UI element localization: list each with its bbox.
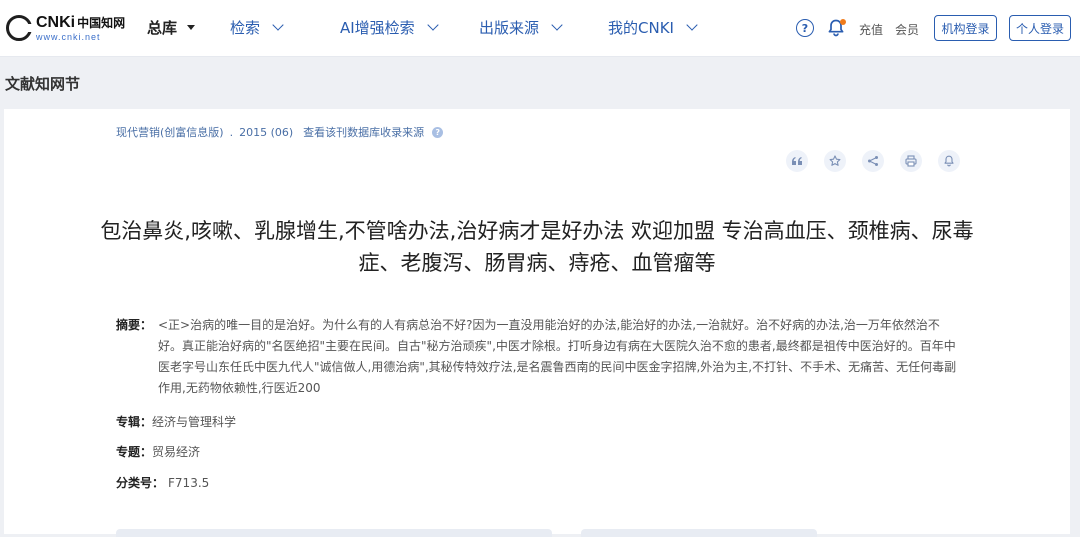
print-icon[interactable] (900, 150, 922, 172)
nav-publication-source[interactable]: 出版来源 (479, 17, 563, 38)
tab-strip-right[interactable] (581, 529, 817, 537)
member-link[interactable]: 会员 (895, 21, 919, 38)
caret-down-icon (187, 25, 196, 30)
source-db-link[interactable]: 查看该刊数据库收录来源 (303, 124, 424, 140)
source-issue-link[interactable]: 2015 (06) (239, 126, 293, 139)
nav-my-cnki[interactable]: 我的CNKI (608, 17, 698, 38)
help-icon[interactable]: ? (796, 19, 814, 37)
personal-login-button[interactable]: 个人登录 (1009, 15, 1071, 41)
info-icon[interactable]: ? (432, 126, 444, 138)
nav-zongku-label: 总库 (147, 19, 178, 37)
zhuanji-value[interactable]: 经济与管理科学 (152, 415, 236, 429)
section-title: 文献知网节 (5, 75, 81, 93)
zhuanti-label: 专题： (116, 445, 153, 459)
recharge-link[interactable]: 充值 (859, 21, 883, 38)
chevron-down-icon (686, 19, 698, 31)
abstract-row: 摘要： <正>治病的唯一目的是治好。为什么有的人有病总治不好?因为一直没用能治好… (116, 315, 962, 399)
zhuanti-value[interactable]: 贸易经济 (152, 445, 200, 459)
zhuanji-row: 专辑：经济与管理科学 (116, 412, 236, 433)
org-login-button[interactable]: 机构登录 (934, 15, 997, 41)
abstract-label: 摘要： (116, 318, 153, 332)
chevron-down-icon (551, 19, 563, 31)
chevron-down-icon (272, 19, 284, 31)
nav-publication-source-label: 出版来源 (479, 19, 540, 37)
cnki-logo[interactable]: CNKi 中国知网 www.cnki.net (6, 11, 125, 45)
zhuanji-label: 专辑： (116, 415, 153, 429)
nav-search[interactable]: 检索 (230, 17, 284, 38)
nav-search-label: 检索 (230, 19, 261, 37)
article-title: 包治鼻炎,咳嗽、乳腺增生,不管啥办法,治好病才是好办法 欢迎加盟 专治高血压、颈… (100, 219, 974, 275)
toolbar (786, 150, 976, 172)
quote-icon[interactable] (786, 150, 808, 172)
tab-strip-left[interactable] (116, 529, 552, 537)
nav-ai-search[interactable]: AI增强检索 (340, 17, 439, 38)
source-line: 现代营销(创富信息版) . 2015 (06) 查看该刊数据库收录来源 ? (116, 124, 444, 140)
source-separator: . (229, 125, 234, 139)
chevron-down-icon (427, 19, 439, 31)
article-card: 现代营销(创富信息版) . 2015 (06) 查看该刊数据库收录来源 ? 包治… (4, 109, 1070, 537)
nav-zongku[interactable]: 总库 (147, 17, 196, 38)
nav-my-cnki-label: 我的CNKI (608, 19, 674, 37)
zhuanti-row: 专题：贸易经济 (116, 442, 200, 463)
source-journal-link[interactable]: 现代营销(创富信息版) (116, 124, 224, 140)
class-no-row: 分类号： F713.5 (116, 473, 209, 494)
logo-brand: CNKi (36, 13, 76, 31)
top-header: CNKi 中国知网 www.cnki.net 总库 检索 AI增强检索 出版来源 … (0, 0, 1080, 57)
notification-dot (840, 19, 846, 25)
abstract-text: <正>治病的唯一目的是治好。为什么有的人有病总治不好?因为一直没用能治好的办法,… (158, 318, 957, 395)
class-no-value: F713.5 (168, 476, 210, 490)
logo-url: www.cnki.net (36, 31, 101, 42)
logo-brand-cn: 中国知网 (77, 15, 126, 30)
share-icon[interactable] (862, 150, 884, 172)
class-no-label: 分类号： (116, 476, 165, 490)
bell-icon[interactable] (938, 150, 960, 172)
logo-c-mark-icon (6, 15, 33, 41)
notification-bell-icon[interactable] (826, 18, 846, 38)
nav-ai-search-label: AI增强检索 (340, 19, 415, 37)
star-icon[interactable] (824, 150, 846, 172)
